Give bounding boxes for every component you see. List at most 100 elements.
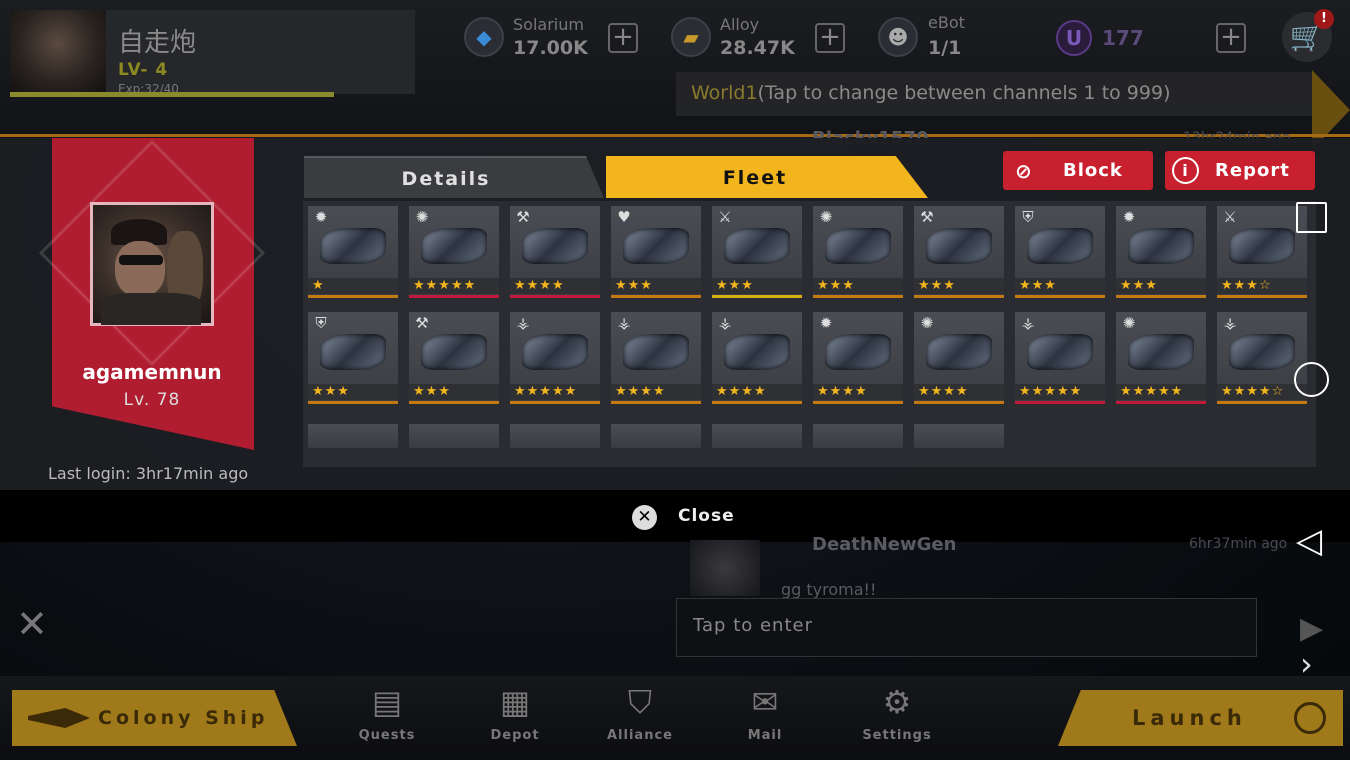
- fleet-ship-card[interactable]: ⚒ ★★★★: [510, 206, 600, 298]
- fleet-ship-card[interactable]: ⛨ ★★★: [308, 312, 398, 404]
- ship-class-icon: ✺: [415, 208, 429, 226]
- profile-name: agamemnun: [82, 360, 222, 384]
- exp-progress-bar: [10, 92, 334, 97]
- nav-depot[interactable]: ▦ Depot: [460, 678, 570, 758]
- chat-input[interactable]: Tap to enter: [676, 598, 1257, 657]
- ship-star-rating: ★★★: [1116, 278, 1206, 294]
- fleet-ship-card[interactable]: ⚶ ★★★★: [611, 312, 701, 404]
- ship-star-rating: ★★★: [813, 278, 903, 294]
- add-alloy-button[interactable]: +: [815, 23, 845, 53]
- alliance-icon: ⛉: [627, 683, 652, 721]
- close-bar[interactable]: [0, 490, 1350, 542]
- tools-wrench-icon[interactable]: ✕: [16, 602, 48, 646]
- colony-ship-label: Colony Ship: [98, 707, 269, 729]
- fleet-ship-card[interactable]: ✺ ★★★: [813, 206, 903, 298]
- recent-apps-icon[interactable]: [1296, 202, 1327, 233]
- u-currency-value: 177: [1102, 26, 1144, 50]
- colony-ship-button[interactable]: Colony Ship: [12, 690, 297, 746]
- ship-class-icon: ⚶: [1021, 314, 1035, 332]
- tab-details[interactable]: Details: [304, 156, 604, 198]
- player-avatar[interactable]: [10, 10, 106, 94]
- fleet-ship-card[interactable]: [914, 424, 1004, 448]
- nav-mail[interactable]: ✉ Mail: [710, 678, 820, 758]
- nav-settings-label: Settings: [862, 728, 932, 743]
- ship-star-rating: ★★★★: [813, 384, 903, 400]
- ship-class-icon: ⚒: [415, 314, 429, 332]
- ship-rarity-line: [1217, 401, 1307, 404]
- ship-image: [1229, 334, 1295, 370]
- fleet-ship-card[interactable]: ⚔ ★★★☆: [1217, 206, 1307, 298]
- fleet-ship-card[interactable]: ⛨ ★★★: [1015, 206, 1105, 298]
- ship-rarity-line: [1217, 295, 1307, 298]
- tab-fleet[interactable]: Fleet: [606, 156, 928, 198]
- player-panel[interactable]: 自走炮 LV- 4 Exp:32/40: [10, 10, 415, 96]
- ship-rarity-line: [409, 295, 499, 298]
- profile-portrait: [90, 202, 214, 326]
- ship-class-icon: ⚶: [617, 314, 631, 332]
- channel-world: World1: [691, 82, 758, 104]
- fleet-ship-card[interactable]: ✹ ★★★: [1116, 206, 1206, 298]
- ship-image: [623, 228, 689, 264]
- nav-quests-label: Quests: [358, 728, 416, 743]
- chevron-right-icon[interactable]: ›: [1300, 648, 1313, 680]
- fleet-grid[interactable]: ✹ ★ ✺ ★★★★★ ⚒ ★★★★ ♥ ★★★ ⚔ ★★★ ✺ ★★★ ⚒ ★★★ ⛨ ★★★ ✹ ★★★ ⚔ ★★…: [303, 201, 1316, 467]
- face-shape: [115, 241, 165, 297]
- ebot-value: 1/1: [928, 37, 962, 59]
- ship-rarity-line: [1015, 295, 1105, 298]
- ship-rarity-line: [813, 401, 903, 404]
- report-button[interactable]: i Report: [1165, 151, 1315, 190]
- ship-image: [522, 228, 588, 264]
- close-button[interactable]: Close: [678, 506, 735, 526]
- ship-rarity-line: [510, 295, 600, 298]
- nav-alliance[interactable]: ⛉ Alliance: [585, 678, 695, 758]
- fleet-ship-card[interactable]: ⚶ ★★★★★: [1015, 312, 1105, 404]
- fleet-ship-card[interactable]: ✺ ★★★★: [914, 312, 1004, 404]
- ship-star-rating: ★★★: [611, 278, 701, 294]
- ship-class-icon: ⚶: [1223, 314, 1237, 332]
- ship-image: [1128, 334, 1194, 370]
- fleet-ship-card[interactable]: ⚒ ★★★: [409, 312, 499, 404]
- ship-image: [825, 334, 891, 370]
- fleet-ship-card[interactable]: ⚶ ★★★★★: [510, 312, 600, 404]
- fleet-ship-card[interactable]: ✹ ★: [308, 206, 398, 298]
- ship-class-icon: ⚒: [920, 208, 934, 226]
- ship-image: [926, 334, 992, 370]
- add-solarium-button[interactable]: +: [608, 23, 638, 53]
- ship-class-icon: ⚶: [516, 314, 530, 332]
- crosshair-icon: [1294, 702, 1326, 734]
- game-screen: 自走炮 LV- 4 Exp:32/40 ◆ Solarium 17.00K + …: [0, 0, 1350, 760]
- home-circle-icon[interactable]: [1294, 362, 1329, 397]
- fleet-ship-card[interactable]: ✹ ★★★★: [813, 312, 903, 404]
- add-currency-button[interactable]: +: [1216, 23, 1246, 53]
- fleet-ship-card[interactable]: [409, 424, 499, 448]
- sunglasses-shape: [119, 255, 163, 265]
- ship-star-rating: ★★★★: [712, 384, 802, 400]
- launch-button[interactable]: Launch: [1058, 690, 1343, 746]
- fleet-ship-card[interactable]: [510, 424, 600, 448]
- nav-quests[interactable]: ▤ Quests: [332, 678, 442, 758]
- solarium-crystal-icon: ◆: [464, 17, 504, 57]
- ship-star-rating: ★★★★★: [1116, 384, 1206, 400]
- fleet-ship-card[interactable]: ⚶ ★★★★: [712, 312, 802, 404]
- fleet-ship-card[interactable]: ♥ ★★★: [611, 206, 701, 298]
- fleet-ship-card[interactable]: ⚒ ★★★: [914, 206, 1004, 298]
- ship-star-rating: ★: [308, 278, 398, 294]
- fleet-ship-card[interactable]: ⚔ ★★★: [712, 206, 802, 298]
- fleet-ship-card[interactable]: [813, 424, 903, 448]
- chat-channel-selector[interactable]: World1(Tap to change between channels 1 …: [676, 72, 1312, 116]
- fleet-ship-card[interactable]: ✺ ★★★★★: [1116, 312, 1206, 404]
- fleet-ship-card[interactable]: [712, 424, 802, 448]
- jacket-shape: [101, 293, 201, 325]
- nav-settings[interactable]: ⚙ Settings: [842, 678, 952, 758]
- fleet-ship-card[interactable]: [611, 424, 701, 448]
- ship-rarity-line: [510, 401, 600, 404]
- fleet-ship-card[interactable]: ✺ ★★★★★: [409, 206, 499, 298]
- back-triangle-icon[interactable]: ◁: [1296, 524, 1322, 558]
- fleet-ship-card[interactable]: ⚶ ★★★★☆: [1217, 312, 1307, 404]
- send-arrow-icon[interactable]: ▶: [1300, 612, 1336, 646]
- block-button[interactable]: ⊘ Block: [1003, 151, 1153, 190]
- fleet-ship-card[interactable]: [308, 424, 398, 448]
- alloy-bars-icon: ▰: [671, 17, 711, 57]
- close-icon[interactable]: ✕: [632, 505, 657, 530]
- ship-image: [825, 228, 891, 264]
